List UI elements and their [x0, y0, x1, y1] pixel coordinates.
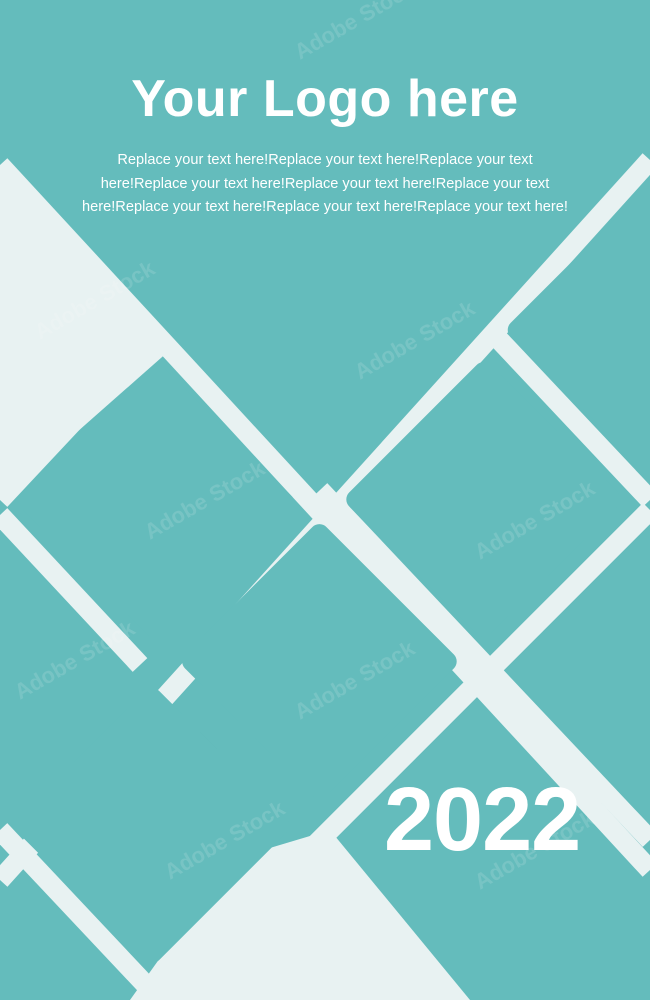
body-paragraph: Replace your text here!Replace your text… [82, 152, 568, 215]
svg-text:Adobe Stock: Adobe Stock [290, 0, 420, 64]
year-label: 2022 [384, 770, 581, 870]
poster-page: Adobe Stock Adobe Stock Adobe Stock Adob… [0, 0, 650, 1000]
svg-text:Adobe Stock: Adobe Stock [10, 615, 140, 704]
logo-heading: Your Logo here [131, 70, 519, 128]
